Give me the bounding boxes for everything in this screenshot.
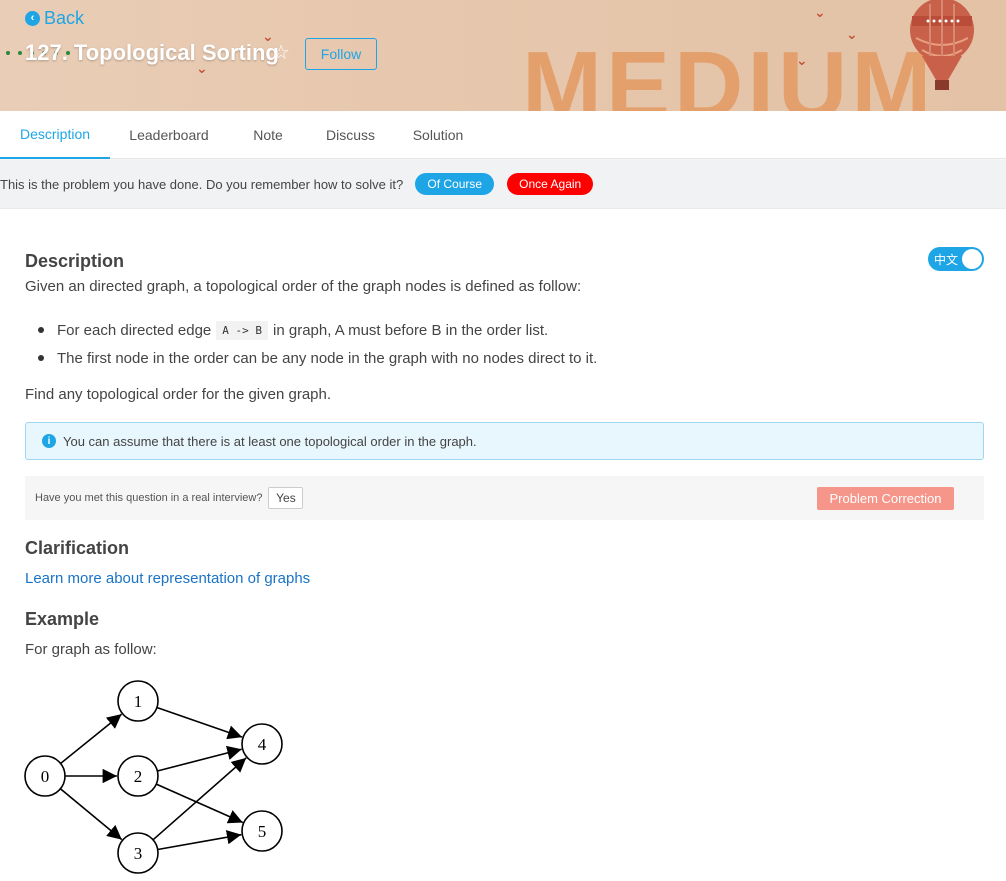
description-text: Given an directed graph, a topological o…	[25, 278, 582, 295]
rules-list: For each directed edge A -> B in graph, …	[38, 316, 597, 372]
graph-node-label: 2	[134, 767, 143, 786]
inline-code: A -> B	[216, 320, 269, 340]
example-text: For graph as follow:	[25, 641, 157, 658]
graph-node-label: 5	[258, 822, 267, 841]
bullet-icon	[38, 327, 44, 333]
problem-tabs: Description Leaderboard Note Discuss Sol…	[0, 111, 1006, 159]
clarification-heading: Clarification	[25, 538, 130, 558]
back-label: Back	[44, 8, 85, 28]
problem-content: Description 中文 Given an directed graph, …	[0, 208, 1006, 881]
header-banner: ⌄ ⌄ ⌄ ⌄ ⌄ MEDIUM ‹ Back 127. Topological…	[0, 0, 1006, 111]
notice-message: This is the problem you have done. Do yo…	[0, 176, 404, 192]
bullet1-prefix: For each directed edge	[57, 321, 212, 339]
tab-leaderboard[interactable]: Leaderboard	[110, 111, 228, 159]
follow-button[interactable]: Follow	[305, 38, 377, 70]
graph-representation-link[interactable]: Learn more about representation of graph…	[25, 570, 310, 587]
find-text: Find any topological order for the given…	[25, 386, 332, 403]
graph-edge-0-3	[59, 788, 123, 841]
bullet2-text: The first node in the order can be any n…	[57, 349, 598, 367]
tab-solution[interactable]: Solution	[393, 111, 483, 159]
done-notice-bar: This is the problem you have done. Do yo…	[0, 160, 1006, 208]
graph-edge-3-4	[152, 757, 247, 841]
toggle-knob	[962, 249, 982, 269]
back-link[interactable]: ‹ Back	[25, 8, 84, 29]
interview-bar: Have you met this question in a real int…	[25, 476, 984, 520]
once-again-button[interactable]: Once Again	[507, 173, 594, 195]
tab-discuss[interactable]: Discuss	[308, 111, 393, 159]
graph-node-label: 1	[134, 692, 143, 711]
language-toggle-label: 中文	[934, 252, 959, 267]
interview-question: Have you met this question in a real int…	[35, 492, 263, 504]
graph-edge-2-5	[155, 783, 244, 824]
tab-description[interactable]: Description	[0, 111, 110, 159]
list-item: The first node in the order can be any n…	[38, 344, 597, 372]
bullet-icon	[38, 355, 44, 361]
chevron-left-icon: ‹	[25, 11, 40, 26]
info-icon: i	[42, 434, 56, 448]
yes-button[interactable]: Yes	[268, 487, 304, 509]
list-item: For each directed edge A -> B in graph, …	[38, 316, 597, 344]
info-text: You can assume that there is at least on…	[63, 433, 477, 449]
graph-node-label: 0	[41, 767, 50, 786]
bird-icon: ⌄	[814, 4, 826, 20]
graph-edge-0-1	[60, 713, 123, 765]
star-icon[interactable]: ☆	[272, 40, 290, 65]
example-graph: 0 1 2 3 4 5	[24, 680, 283, 874]
graph-edge-3-5	[157, 830, 242, 851]
language-toggle[interactable]: 中文	[928, 247, 984, 271]
problem-correction-button[interactable]: Problem Correction	[817, 487, 954, 510]
graph-node-label: 3	[134, 844, 143, 863]
tab-note[interactable]: Note	[228, 111, 308, 159]
of-course-button[interactable]: Of Course	[415, 173, 495, 195]
hot-air-balloon-icon	[910, 0, 974, 90]
difficulty-watermark: MEDIUM	[522, 32, 936, 112]
problem-title: 127. Topological Sorting	[25, 40, 279, 65]
info-box: i You can assume that there is at least …	[25, 422, 984, 460]
graph-edge-2-4	[157, 745, 242, 772]
example-heading: Example	[25, 609, 100, 629]
graph-node-label: 4	[258, 735, 267, 754]
graph-edge-1-4	[156, 706, 243, 740]
description-heading: Description	[25, 251, 125, 271]
bullet1-suffix: in graph, A must before B in the order l…	[273, 321, 549, 339]
